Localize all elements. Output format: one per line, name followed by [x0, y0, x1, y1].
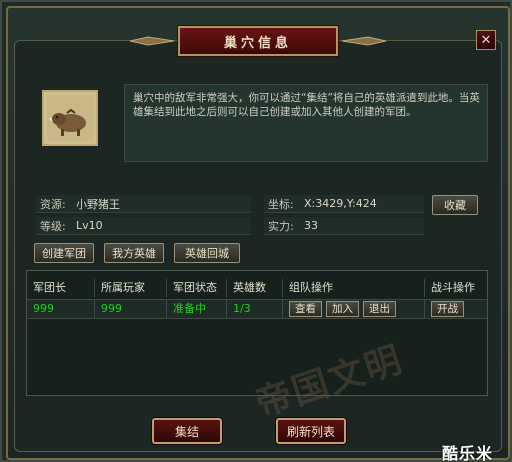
cell-heroes: 1/3 [227, 300, 283, 318]
my-heroes-button[interactable]: 我方英雄 [104, 243, 164, 263]
create-legion-button[interactable]: 创建军团 [34, 243, 94, 263]
title-ornament-left [129, 36, 175, 46]
close-button[interactable]: ✕ [476, 30, 496, 50]
cell-team-ops: 查看 加入 退出 [283, 300, 425, 318]
view-button[interactable]: 查看 [289, 301, 322, 317]
source-label: 资源: [40, 197, 66, 211]
quit-button[interactable]: 退出 [363, 301, 396, 317]
gather-button[interactable]: 集结 [152, 418, 222, 444]
header-team-ops: 组队操作 [283, 279, 425, 297]
site-logo: 酷乐米 [442, 444, 494, 462]
table-header: 军团长 所属玩家 军团状态 英雄数 组队操作 战斗操作 [27, 279, 487, 297]
favorite-button[interactable]: 收藏 [432, 195, 478, 215]
header-battle-ops: 战斗操作 [431, 281, 475, 294]
level-field: 等级: Lv10 [36, 217, 251, 235]
title-ornament-right [341, 36, 387, 46]
header-player: 所属玩家 [95, 279, 167, 297]
join-button[interactable]: 加入 [326, 301, 359, 317]
level-value: Lv10 [76, 219, 103, 232]
hero-recall-button[interactable]: 英雄回城 [174, 243, 240, 263]
cell-status: 准备中 [167, 300, 227, 318]
lair-portrait [42, 90, 98, 146]
coord-value: X:3429,Y:424 [304, 197, 377, 210]
source-field: 资源: 小野猪王 [36, 195, 251, 213]
header-heroes: 英雄数 [227, 279, 283, 297]
boar-icon [47, 95, 93, 141]
power-label: 实力: [268, 219, 294, 233]
power-value: 33 [304, 219, 318, 232]
close-icon: ✕ [480, 32, 492, 48]
description-text: 巢穴中的敌军非常强大，你可以通过“集结”将自己的英雄派遣到此地。当英雄集结到此地… [133, 92, 480, 118]
window-title-plaque: 巢穴信息 [178, 26, 338, 56]
description-box: 巢穴中的敌军非常强大，你可以通过“集结”将自己的英雄派遣到此地。当英雄集结到此地… [124, 84, 488, 162]
refresh-list-button[interactable]: 刷新列表 [276, 418, 346, 444]
level-label: 等级: [40, 219, 66, 233]
header-status: 军团状态 [167, 279, 227, 297]
source-value: 小野猪王 [76, 197, 120, 211]
cell-player: 999 [95, 300, 167, 318]
header-leader: 军团长 [27, 279, 95, 297]
power-field: 实力: 33 [264, 217, 424, 235]
lair-info-window: 巢穴信息 ✕ 巢穴中的敌军非常强大，你可以通过“集结”将自己的英雄派遣到此地。当… [0, 0, 512, 462]
coord-label: 坐标: [268, 197, 294, 211]
window-title: 巢穴信息 [223, 35, 292, 51]
cell-leader: 999 [27, 300, 95, 318]
table-row: 999 999 准备中 1/3 查看 加入 退出 开战 [27, 299, 487, 319]
coord-field: 坐标: X:3429,Y:424 [264, 195, 424, 213]
